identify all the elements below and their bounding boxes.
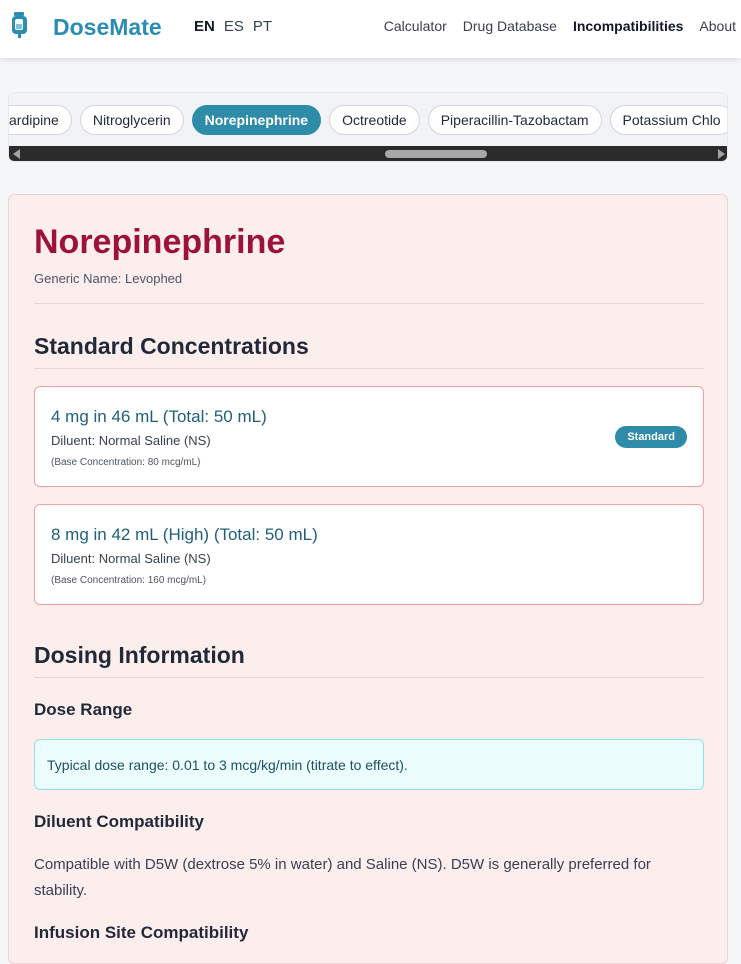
concentration-title: 4 mg in 46 mL (Total: 50 mL) [51,407,267,426]
standard-badge: Standard [615,426,687,448]
drug-chip-potassium-chloride[interactable]: Potassium Chlo [609,105,727,135]
drug-title: Norepinephrine [34,223,286,261]
divider [34,677,704,678]
section-heading-standard-concentrations: Standard Concentrations [34,333,309,359]
iv-bag-logo-icon[interactable] [10,11,32,39]
concentration-title: 8 mg in 42 mL (High) (Total: 50 mL) [51,525,318,544]
drug-chip-nicardipine[interactable]: cardipine [9,105,72,135]
brand-name[interactable]: DoseMate [53,14,162,41]
drug-chip-norepinephrine[interactable]: Norepinephrine [191,105,322,135]
generic-name: Generic Name: Levophed [34,271,183,286]
concentration-diluent: Diluent: Normal Saline (NS) [51,433,211,448]
concentration-base: (Base Concentration: 160 mcg/mL) [51,575,207,586]
drug-detail-card: Norepinephrine Generic Name: Levophed St… [8,194,728,964]
lang-en[interactable]: EN [194,18,215,35]
horizontal-scrollbar[interactable] [9,146,727,161]
nav-drug-database[interactable]: Drug Database [463,18,557,34]
scrollbar-thumb[interactable] [385,150,487,158]
lang-pt[interactable]: PT [253,18,272,35]
drug-chip-nitroglycerin[interactable]: Nitroglycerin [79,105,184,135]
subheading-diluent-compatibility: Diluent Compatibility [34,812,204,831]
nav-incompatibilities[interactable]: Incompatibilities [573,18,683,34]
section-heading-dosing-information: Dosing Information [34,642,245,668]
subheading-infusion-site-compatibility: Infusion Site Compatibility [34,923,249,942]
main-nav: Calculator Drug Database Incompatibiliti… [384,18,736,34]
subheading-dose-range: Dose Range [34,700,133,719]
diluent-compatibility-text: Compatible with D5W (dextrose 5% in wate… [34,856,651,899]
concentration-base: (Base Concentration: 80 mcg/mL) [51,457,201,468]
language-switcher: EN ES PT [194,18,272,35]
drug-chip-octreotide[interactable]: Octreotide [329,105,420,135]
divider [34,368,704,369]
drug-chip-list: cardipine Nitroglycerin Norepinephrine O… [9,105,727,135]
nav-about[interactable]: About [699,18,736,34]
concentration-diluent: Diluent: Normal Saline (NS) [51,551,211,566]
concentration-card[interactable]: 8 mg in 42 mL (High) (Total: 50 mL) Dilu… [34,504,704,605]
dose-range-info-box: Typical dose range: 0.01 to 3 mcg/kg/min… [34,739,704,790]
drug-chip-scroller: cardipine Nitroglycerin Norepinephrine O… [8,92,728,162]
lang-es[interactable]: ES [224,18,244,35]
drug-chip-piperacillin-tazobactam[interactable]: Piperacillin-Tazobactam [427,105,602,135]
divider [34,303,704,304]
scroll-left-arrow-icon[interactable] [13,149,20,159]
concentration-card[interactable]: 4 mg in 46 mL (Total: 50 mL) Diluent: No… [34,386,704,487]
top-navigation-bar: DoseMate EN ES PT Calculator Drug Databa… [0,0,741,58]
scroll-right-arrow-icon[interactable] [718,149,725,159]
nav-calculator[interactable]: Calculator [384,18,447,34]
